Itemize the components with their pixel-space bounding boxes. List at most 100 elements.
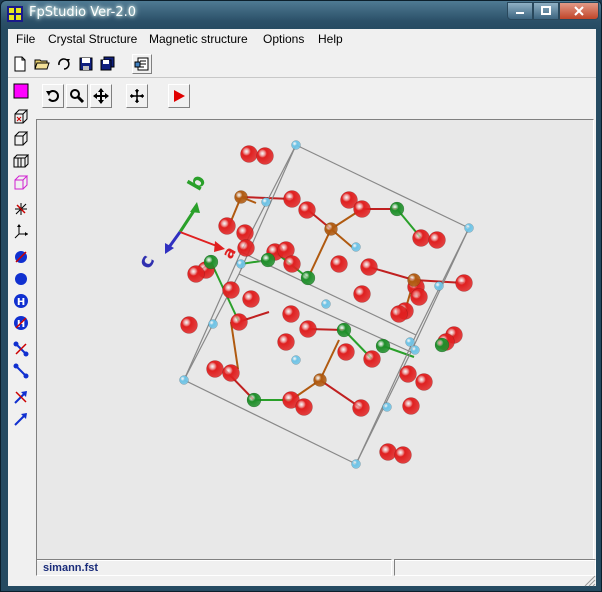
oxygen-atom[interactable]	[206, 360, 224, 378]
small-atom[interactable]	[351, 459, 361, 469]
new-file-button[interactable]	[10, 54, 30, 74]
oxygen-atom[interactable]	[399, 365, 417, 383]
open-folder-button[interactable]	[32, 54, 52, 74]
properties-button[interactable]	[132, 54, 152, 74]
atom-button[interactable]	[11, 269, 31, 289]
metal-atom-green[interactable]	[260, 252, 276, 268]
oxygen-atom[interactable]	[455, 274, 473, 292]
small-atom[interactable]	[405, 337, 415, 347]
vector-crossed-button[interactable]	[11, 387, 31, 407]
minimize-button[interactable]	[507, 2, 533, 20]
zoom-button[interactable]	[66, 84, 88, 108]
oxygen-atom[interactable]	[394, 446, 412, 464]
atom-crossed-button[interactable]	[11, 247, 31, 267]
small-atom[interactable]	[236, 259, 246, 269]
oxygen-atom[interactable]	[337, 343, 355, 361]
oxygen-atom[interactable]	[330, 255, 348, 273]
small-atom[interactable]	[410, 345, 420, 355]
pan-button[interactable]	[90, 84, 112, 108]
metal-atom-brown[interactable]	[313, 373, 327, 387]
metal-atom-brown[interactable]	[324, 222, 338, 236]
metal-atom-brown[interactable]	[407, 273, 421, 287]
color-button[interactable]	[11, 81, 31, 101]
oxygen-atom[interactable]	[353, 285, 371, 303]
metal-atom-green[interactable]	[389, 201, 405, 217]
oxygen-atom[interactable]	[363, 350, 381, 368]
small-atom[interactable]	[208, 319, 218, 329]
oxygen-atom[interactable]	[256, 147, 274, 165]
metal-atom-green[interactable]	[246, 392, 262, 408]
axes-remove-button[interactable]	[11, 199, 31, 219]
oxygen-atom[interactable]	[353, 200, 371, 218]
bond-button[interactable]	[11, 361, 31, 381]
fit-view-button[interactable]	[126, 84, 148, 108]
small-atom[interactable]	[179, 375, 189, 385]
axes-button[interactable]	[11, 221, 31, 241]
oxygen-atom[interactable]	[237, 239, 255, 257]
oxygen-atom[interactable]	[187, 265, 205, 283]
hydrogen-button[interactable]: H	[11, 291, 31, 311]
play-button[interactable]	[168, 84, 190, 108]
menu-help[interactable]: Help	[318, 32, 343, 46]
close-button[interactable]	[559, 2, 599, 20]
small-atom[interactable]	[291, 140, 301, 150]
small-atom[interactable]	[382, 402, 392, 412]
hydrogen-crossed-button[interactable]: H	[11, 313, 31, 333]
metal-atom-green[interactable]	[300, 270, 316, 286]
vector-button[interactable]	[11, 409, 31, 429]
structure-viewport[interactable]: b c a	[36, 119, 594, 561]
maximize-button[interactable]	[533, 2, 559, 20]
oxygen-atom[interactable]	[410, 288, 428, 306]
metal-atom-brown[interactable]	[234, 190, 248, 204]
oxygen-atom[interactable]	[240, 145, 258, 163]
menu-options[interactable]: Options	[263, 32, 304, 46]
menu-magnetic-structure[interactable]: Magnetic structure	[149, 32, 248, 46]
oxygen-atom[interactable]	[428, 231, 446, 249]
small-atom[interactable]	[321, 299, 331, 309]
oxygen-atom[interactable]	[283, 255, 301, 273]
oxygen-atom[interactable]	[295, 398, 313, 416]
small-atom[interactable]	[434, 281, 444, 291]
oxygen-atom[interactable]	[222, 281, 240, 299]
metal-atom-green[interactable]	[203, 254, 219, 270]
oxygen-atom[interactable]	[298, 201, 316, 219]
oxygen-atom[interactable]	[379, 443, 397, 461]
reload-button[interactable]	[54, 54, 74, 74]
oxygen-atom[interactable]	[222, 364, 240, 382]
cell-box-button[interactable]	[11, 107, 31, 127]
cell-multi-button[interactable]	[11, 151, 31, 171]
oxygen-atom[interactable]	[230, 313, 248, 331]
save-all-button[interactable]	[98, 54, 118, 74]
small-atom[interactable]	[464, 223, 474, 233]
title-bar[interactable]: FpStudio Ver-2.0	[1, 1, 601, 29]
oxygen-atom[interactable]	[180, 316, 198, 334]
rotate-button[interactable]	[42, 84, 64, 108]
oxygen-atom[interactable]	[277, 333, 295, 351]
metal-atom-green[interactable]	[336, 322, 352, 338]
oxygen-atom[interactable]	[242, 290, 260, 308]
oxygen-atom[interactable]	[390, 305, 408, 323]
oxygen-atom[interactable]	[218, 217, 236, 235]
resize-grip-icon[interactable]	[582, 572, 596, 587]
save-button[interactable]	[76, 54, 96, 74]
cell-outline-button[interactable]	[11, 173, 31, 193]
oxygen-atom[interactable]	[283, 190, 301, 208]
cell-single-button[interactable]	[11, 129, 31, 149]
oxygen-atom[interactable]	[415, 373, 433, 391]
small-atom[interactable]	[261, 197, 271, 207]
metal-atom-green[interactable]	[434, 337, 450, 353]
oxygen-atom[interactable]	[402, 397, 420, 415]
oxygen-atom[interactable]	[299, 320, 317, 338]
crystal-structure-view[interactable]: b c a	[37, 120, 593, 560]
oxygen-atom[interactable]	[412, 229, 430, 247]
bond-crossed-button[interactable]	[11, 339, 31, 359]
oxygen-atom[interactable]	[236, 224, 254, 242]
small-atom[interactable]	[291, 355, 301, 365]
menu-crystal-structure[interactable]: Crystal Structure	[48, 32, 137, 46]
menu-file[interactable]: File	[16, 32, 35, 46]
small-atom[interactable]	[351, 242, 361, 252]
oxygen-atom[interactable]	[282, 305, 300, 323]
oxygen-atom[interactable]	[360, 258, 378, 276]
oxygen-atom[interactable]	[352, 399, 370, 417]
metal-atom-green[interactable]	[375, 338, 391, 354]
